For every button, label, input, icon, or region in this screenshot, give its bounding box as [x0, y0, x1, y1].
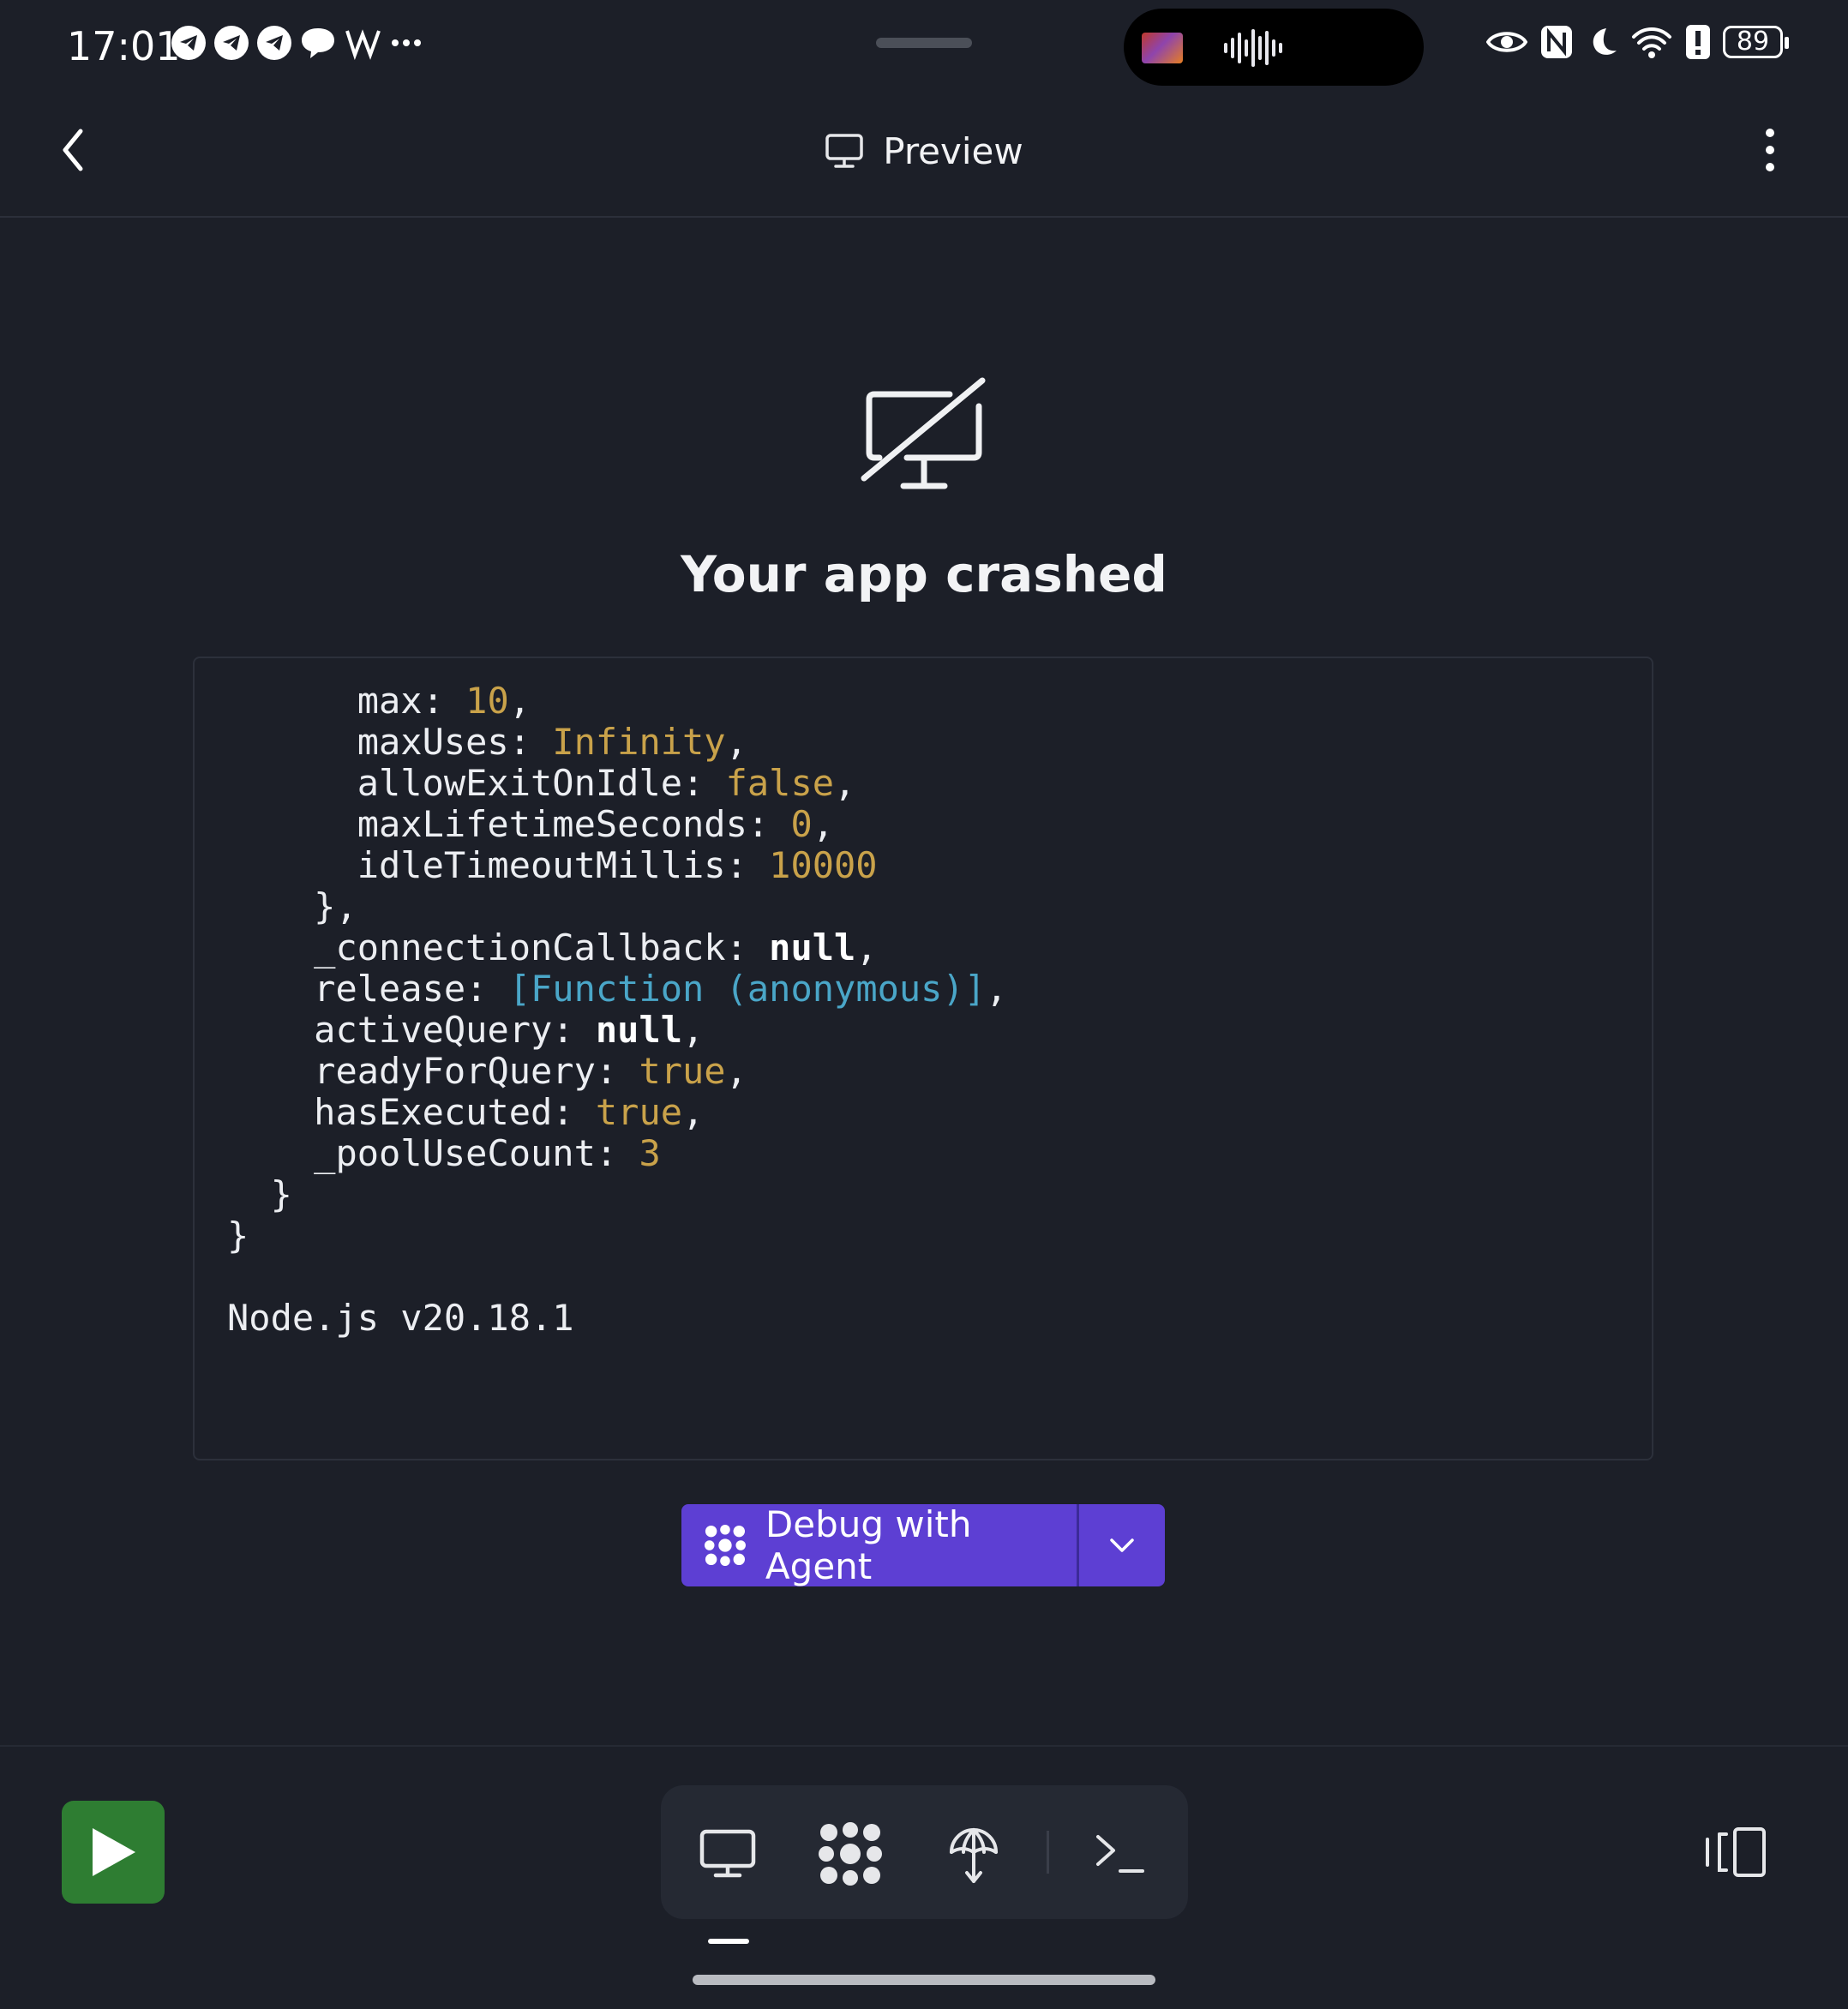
header-title: Preview: [0, 120, 1848, 182]
eye-icon: [1486, 32, 1527, 52]
log-key: idleTimeoutMillis:: [357, 844, 770, 886]
log-value: true: [639, 1050, 726, 1092]
top-drag-handle[interactable]: [876, 38, 972, 48]
more-options-icon[interactable]: [1757, 124, 1783, 176]
telegram-icon: [171, 26, 206, 60]
battery-icon: 89: [1723, 26, 1789, 58]
home-indicator[interactable]: [693, 1975, 1155, 1985]
log-key: _connectionCallback:: [314, 927, 770, 969]
log-value: false: [725, 762, 835, 804]
moon-icon: [1593, 28, 1617, 55]
log-value: [Function (anonymous)]: [508, 968, 987, 1010]
node-version: Node.js v20.18.1: [227, 1297, 574, 1339]
log-key: activeQuery:: [314, 1009, 596, 1051]
telegram-icon: [214, 26, 249, 60]
chat-bubble-icon: [302, 28, 334, 58]
deploy-tool-icon: [950, 1828, 998, 1883]
agent-tool-icon: [819, 1822, 882, 1886]
telegram-icon: [257, 26, 291, 60]
log-key: maxUses:: [357, 721, 553, 763]
log-value: 10: [465, 680, 509, 722]
wifi-icon: [1632, 27, 1671, 58]
w-app-icon: [345, 29, 381, 60]
shell-tool-icon: [1096, 1835, 1144, 1873]
log-key: hasExecuted:: [314, 1091, 596, 1133]
log-value: 0: [790, 803, 813, 845]
alert-icon: [1686, 25, 1710, 59]
log-brace: }: [227, 1214, 249, 1256]
log-value: Infinity: [552, 721, 726, 763]
log-key: release:: [314, 968, 509, 1010]
log-key: allowExitOnIdle:: [357, 762, 726, 804]
shell-tool-button[interactable]: [1077, 1815, 1163, 1892]
log-key: readyForQuery:: [314, 1050, 639, 1092]
log-value: null: [595, 1009, 683, 1051]
agent-tool-button[interactable]: [807, 1815, 893, 1892]
debug-options-dropdown[interactable]: [1079, 1504, 1165, 1586]
monitor-icon: [825, 134, 863, 168]
preview-tool-button[interactable]: [685, 1815, 771, 1892]
page-title: Preview: [883, 129, 1023, 172]
bottom-divider: [0, 1745, 1848, 1747]
chevron-down-icon: [1110, 1538, 1134, 1552]
play-icon: [93, 1828, 135, 1876]
error-log-text: max: 10, maxUses: Infinity, allowExitOnI…: [227, 680, 1008, 1339]
header-divider: [0, 216, 1848, 218]
status-right-icons: 89: [1486, 24, 1789, 60]
log-value: 10000: [769, 844, 878, 886]
monitor-off-icon: [861, 377, 986, 489]
layout-toggle-icon[interactable]: [1702, 1822, 1771, 1882]
more-dots-icon: [392, 39, 421, 46]
debug-with-agent-button[interactable]: Debug with Agent: [681, 1504, 1165, 1586]
tray-separator: [1047, 1831, 1049, 1874]
active-tab-indicator: [708, 1939, 749, 1944]
preview-tool-icon: [699, 1829, 756, 1878]
nfc-icon: [1541, 26, 1572, 58]
run-button[interactable]: [62, 1801, 165, 1904]
debug-with-agent-label: Debug with Agent: [765, 1504, 972, 1586]
log-key: _poolUseCount:: [314, 1132, 639, 1174]
status-time: 17:01: [67, 23, 181, 69]
media-thumbnail: [1142, 33, 1183, 63]
crash-title: Your app crashed: [681, 545, 1167, 603]
log-key: max:: [357, 680, 466, 722]
debug-with-agent-main[interactable]: Debug with Agent: [681, 1504, 1077, 1586]
log-key: maxLifetimeSeconds:: [357, 803, 791, 845]
notification-icons: [171, 26, 422, 60]
error-log-box[interactable]: max: 10, maxUses: Infinity, allowExitOnI…: [193, 657, 1653, 1460]
deploy-tool-button[interactable]: [931, 1815, 1017, 1892]
agent-icon: [704, 1524, 746, 1567]
log-brace: },: [314, 885, 357, 927]
log-value: 3: [639, 1132, 661, 1174]
audio-wave-icon: [1224, 29, 1282, 67]
log-brace: }: [270, 1173, 292, 1215]
log-value: true: [595, 1091, 683, 1133]
log-value: null: [769, 927, 856, 969]
